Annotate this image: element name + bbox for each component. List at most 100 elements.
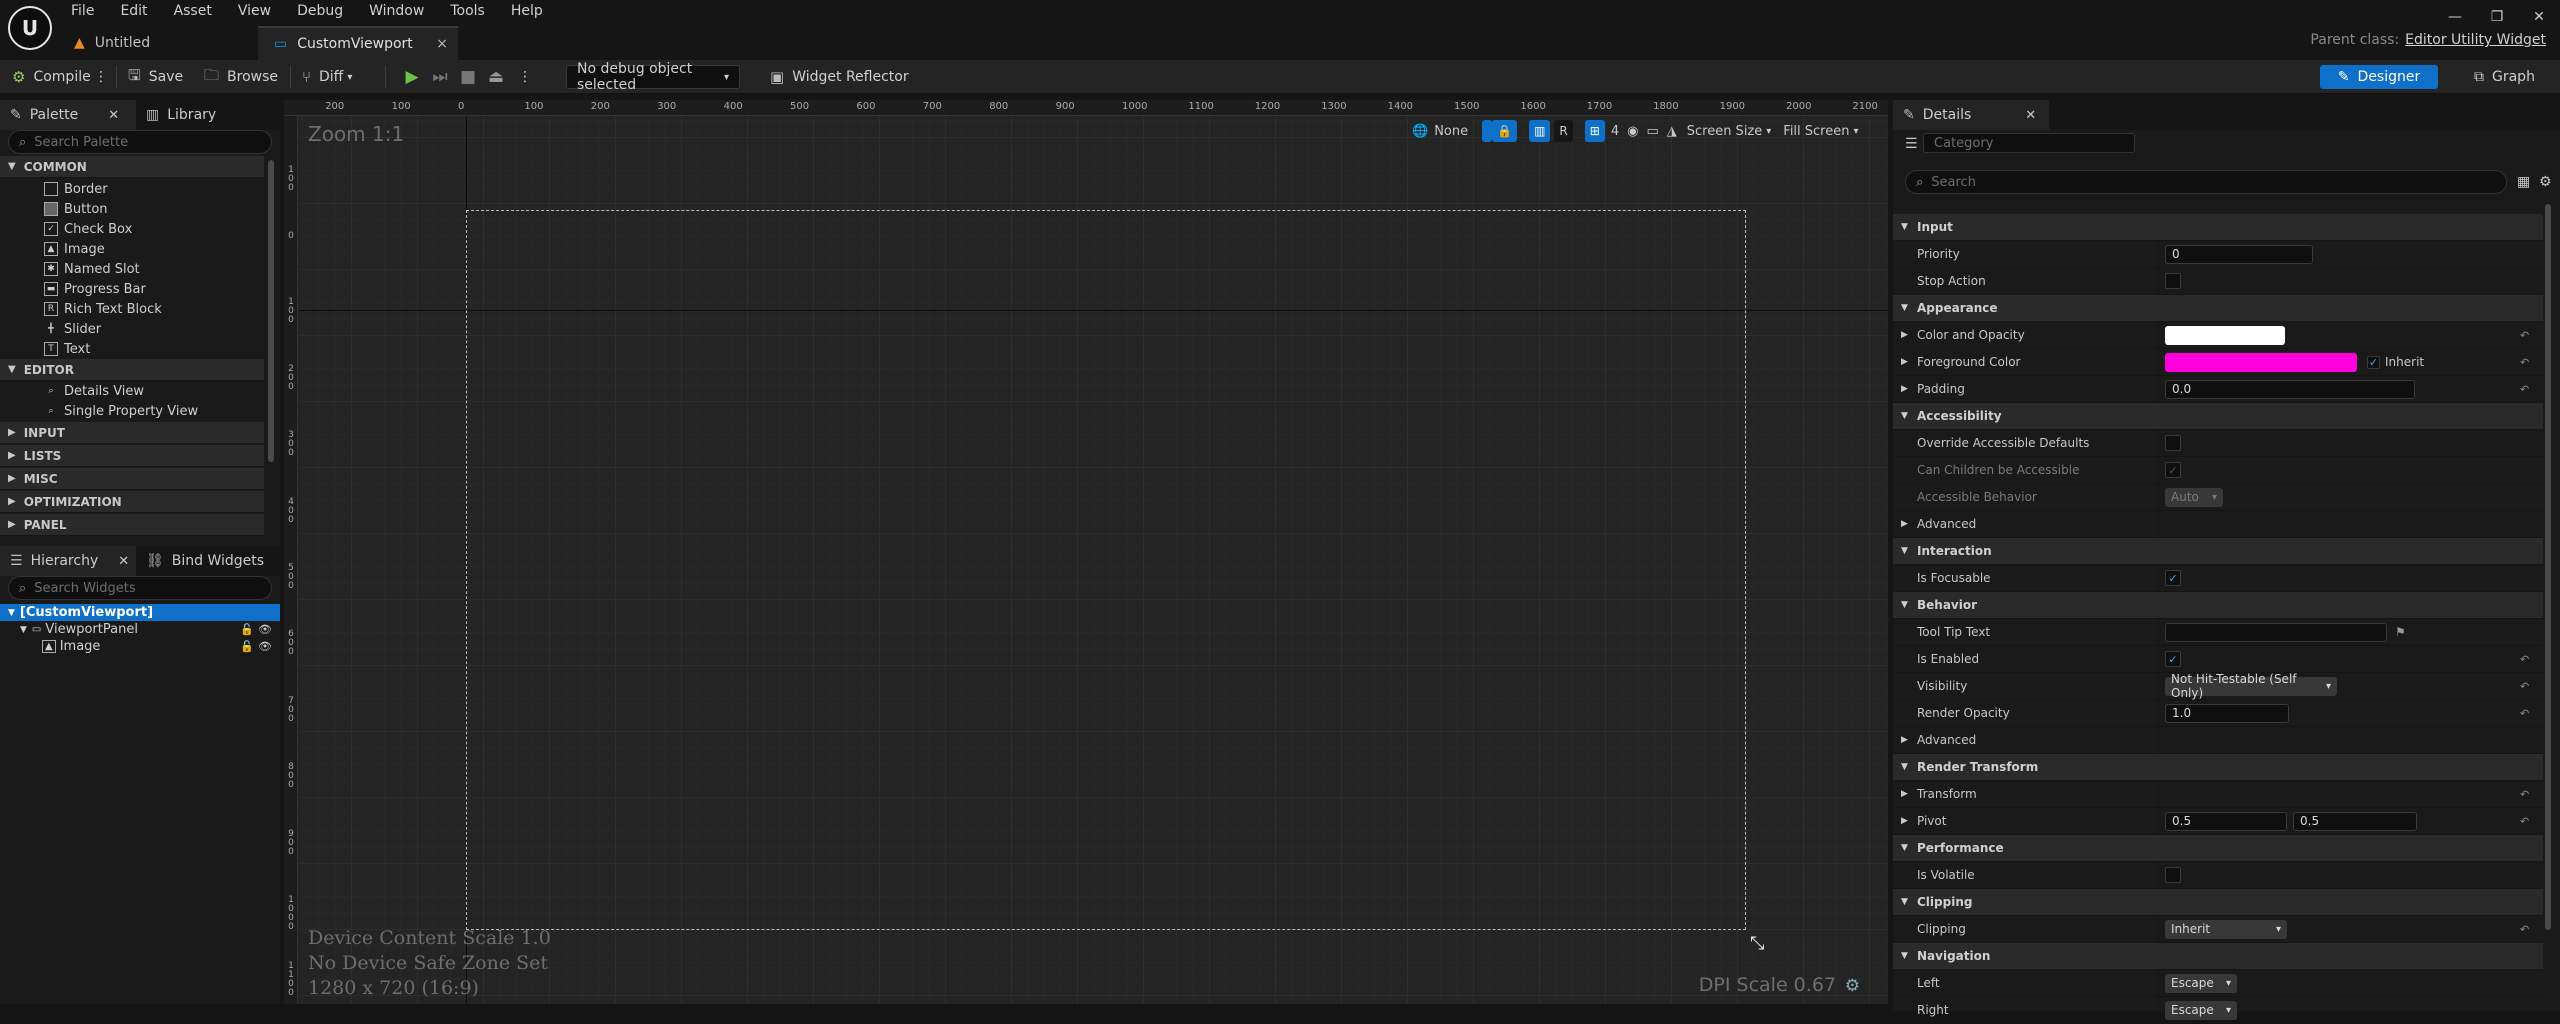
gear-icon[interactable]: ⚙ [1845, 976, 1860, 996]
globe-icon[interactable]: 🌐 [1412, 124, 1428, 139]
palette-item-progress-bar[interactable]: ▬ Progress Bar [44, 279, 146, 299]
chevron-right-icon[interactable]: ▶ [1901, 789, 1908, 799]
flag-icon[interactable]: ⚑ [2395, 625, 2406, 639]
palette-search-input[interactable]: ⌕ Search Palette [8, 130, 272, 154]
reset-to-default-icon[interactable]: ↶ [2520, 329, 2529, 342]
debug-object-select[interactable]: No debug object selected ▾ [566, 61, 740, 93]
category-performance[interactable]: ▼ Performance [1893, 835, 2543, 862]
menu-tools[interactable]: Tools [437, 0, 498, 22]
enabled-checkbox[interactable]: ✓ [2165, 651, 2181, 667]
transform-row[interactable]: Transform ▶ ↶ [1893, 781, 2543, 808]
step-icon[interactable]: ⏭ [430, 67, 450, 87]
minimize-icon[interactable]: — [2434, 0, 2476, 34]
grid-snap-value[interactable]: 4 [1611, 124, 1619, 139]
stop-icon[interactable]: ■ [458, 67, 478, 87]
menu-help[interactable]: Help [498, 0, 556, 22]
category-lists[interactable]: ▶ LISTS [0, 445, 264, 467]
category-clipping[interactable]: ▼ Clipping [1893, 889, 2543, 916]
tab-customviewport[interactable]: ▭ CustomViewport × [258, 26, 458, 60]
category-navigation[interactable]: ▼ Navigation [1893, 943, 2543, 970]
foreground-color-swatch[interactable] [2165, 352, 2357, 372]
tab-untitled[interactable]: ▲ Untitled [58, 26, 258, 60]
tab-hierarchy[interactable]: ☰ Hierarchy ✕ [0, 546, 136, 576]
advanced-row[interactable]: Advanced ▶ [1893, 727, 2543, 754]
chevron-right-icon[interactable]: ▶ [1901, 735, 1908, 745]
palette-item-slider[interactable]: ╋ Slider [44, 319, 101, 339]
render-opacity-input[interactable]: 1.0 [2165, 703, 2289, 723]
unreal-logo-icon[interactable]: U [8, 6, 52, 50]
close-icon[interactable]: ✕ [108, 108, 119, 123]
tooltip-input[interactable] [2165, 622, 2387, 642]
graph-mode-button[interactable]: ⧉ Graph [2460, 65, 2549, 89]
play-options-icon[interactable]: ⋮ [518, 60, 532, 94]
chevron-right-icon[interactable]: ▶ [1901, 816, 1908, 826]
stop-circle-icon[interactable]: ◉ [1627, 124, 1638, 139]
category-render-transform[interactable]: ▼ Render Transform [1893, 754, 2543, 781]
palette-item-border[interactable]: Border [44, 179, 108, 199]
advanced-row[interactable]: Advanced ▶ [1893, 511, 2543, 538]
menu-view[interactable]: View [225, 0, 284, 22]
reset-to-default-icon[interactable]: ↶ [2520, 707, 2529, 720]
category-optimization[interactable]: ▶ OPTIMIZATION [0, 491, 264, 513]
reset-to-default-icon[interactable]: ↶ [2520, 680, 2529, 693]
widget-reflector-button[interactable]: ▣ Widget Reflector [770, 60, 909, 94]
lock-visibility-icons[interactable]: 🔓👁 [240, 640, 276, 653]
override-accessible-checkbox[interactable] [2165, 435, 2181, 451]
reset-to-default-icon[interactable]: ↶ [2520, 653, 2529, 666]
hierarchy-search-input[interactable]: ⌕ Search Widgets [8, 576, 272, 600]
close-tab-icon[interactable]: × [436, 36, 448, 52]
fill-screen-dropdown[interactable]: Fill Screen ▾ [1783, 124, 1858, 139]
parent-class-link[interactable]: Editor Utility Widget [2405, 32, 2546, 48]
padding-input[interactable]: 0.0 [2165, 379, 2415, 399]
nav-left-dropdown[interactable]: Escape ▾ [2165, 973, 2237, 993]
category-panel[interactable]: ▶ PANEL [0, 514, 264, 536]
close-icon[interactable]: ✕ [2025, 108, 2036, 123]
menu-file[interactable]: File [58, 0, 107, 22]
reset-to-default-icon[interactable]: ↶ [2520, 383, 2529, 396]
play-icon[interactable]: ▶ [402, 67, 422, 87]
tab-bind-widgets[interactable]: ⛓ Bind Widgets [136, 546, 274, 576]
lock-visibility-icons[interactable]: 🔓👁 [240, 623, 276, 636]
reset-to-default-icon[interactable]: ↶ [2520, 356, 2529, 369]
category-misc[interactable]: ▶ MISC [0, 468, 264, 490]
chevron-right-icon[interactable]: ▶ [1901, 384, 1908, 394]
r-toggle[interactable]: R [1554, 120, 1573, 142]
tab-details[interactable]: ✎ Details ✕ [1893, 100, 2049, 130]
color-opacity-swatch[interactable] [2165, 325, 2285, 345]
nav-right-dropdown[interactable]: Escape ▾ [2165, 1000, 2237, 1020]
pivot-x-input[interactable]: 0.5 [2165, 811, 2287, 831]
palette-scrollbar[interactable] [268, 160, 274, 462]
priority-input[interactable]: 0 [2165, 244, 2313, 264]
close-window-icon[interactable]: ✕ [2518, 0, 2560, 34]
category-editor[interactable]: ▼ EDITOR [0, 359, 264, 381]
category-input[interactable]: ▼ Input [1893, 214, 2543, 241]
reset-to-default-icon[interactable]: ↶ [2520, 923, 2529, 936]
reset-to-default-icon[interactable]: ↶ [2520, 815, 2529, 828]
volatile-checkbox[interactable] [2165, 867, 2181, 883]
inherit-checkbox[interactable]: ✓ [2367, 355, 2380, 369]
browse-button[interactable]: 🗀 Browse [204, 60, 278, 94]
pivot-y-input[interactable]: 0.5 [2293, 811, 2417, 831]
hierarchy-item-viewportpanel[interactable]: ▼ ▭ ViewportPanel 🔓👁 [0, 621, 280, 638]
hierarchy-item-image[interactable]: ▲ Image 🔓👁 [0, 638, 280, 655]
menu-asset[interactable]: Asset [161, 0, 225, 22]
save-button[interactable]: 🖫 Save [128, 60, 183, 94]
category-accessibility[interactable]: ▼ Accessibility [1893, 403, 2543, 430]
eject-icon[interactable]: ⏏ [486, 67, 506, 87]
details-scrollbar[interactable] [2545, 204, 2551, 930]
chevron-right-icon[interactable]: ▶ [1901, 519, 1908, 529]
category-list-icon[interactable]: ☰ [1905, 136, 1918, 152]
palette-item-single-property-view[interactable]: ⌕ Single Property View [44, 401, 198, 421]
reset-to-default-icon[interactable]: ↶ [2520, 788, 2529, 801]
settings-icon[interactable]: ⚙ [2539, 174, 2552, 190]
compile-button[interactable]: ⚙ Compile [12, 60, 91, 94]
diff-button[interactable]: ⑂ Diff ▾ [302, 60, 352, 94]
category-interaction[interactable]: ▼ Interaction [1893, 538, 2543, 565]
focusable-checkbox[interactable]: ✓ [2165, 570, 2181, 586]
chevron-right-icon[interactable]: ▶ [1901, 357, 1908, 367]
palette-item-text[interactable]: T Text [44, 339, 90, 359]
details-search-input[interactable]: ⌕ Search [1905, 170, 2507, 194]
palette-item-rich-text[interactable]: R Rich Text Block [44, 299, 162, 319]
menu-debug[interactable]: Debug [284, 0, 356, 22]
palette-item-details-view[interactable]: ⌕ Details View [44, 381, 144, 401]
